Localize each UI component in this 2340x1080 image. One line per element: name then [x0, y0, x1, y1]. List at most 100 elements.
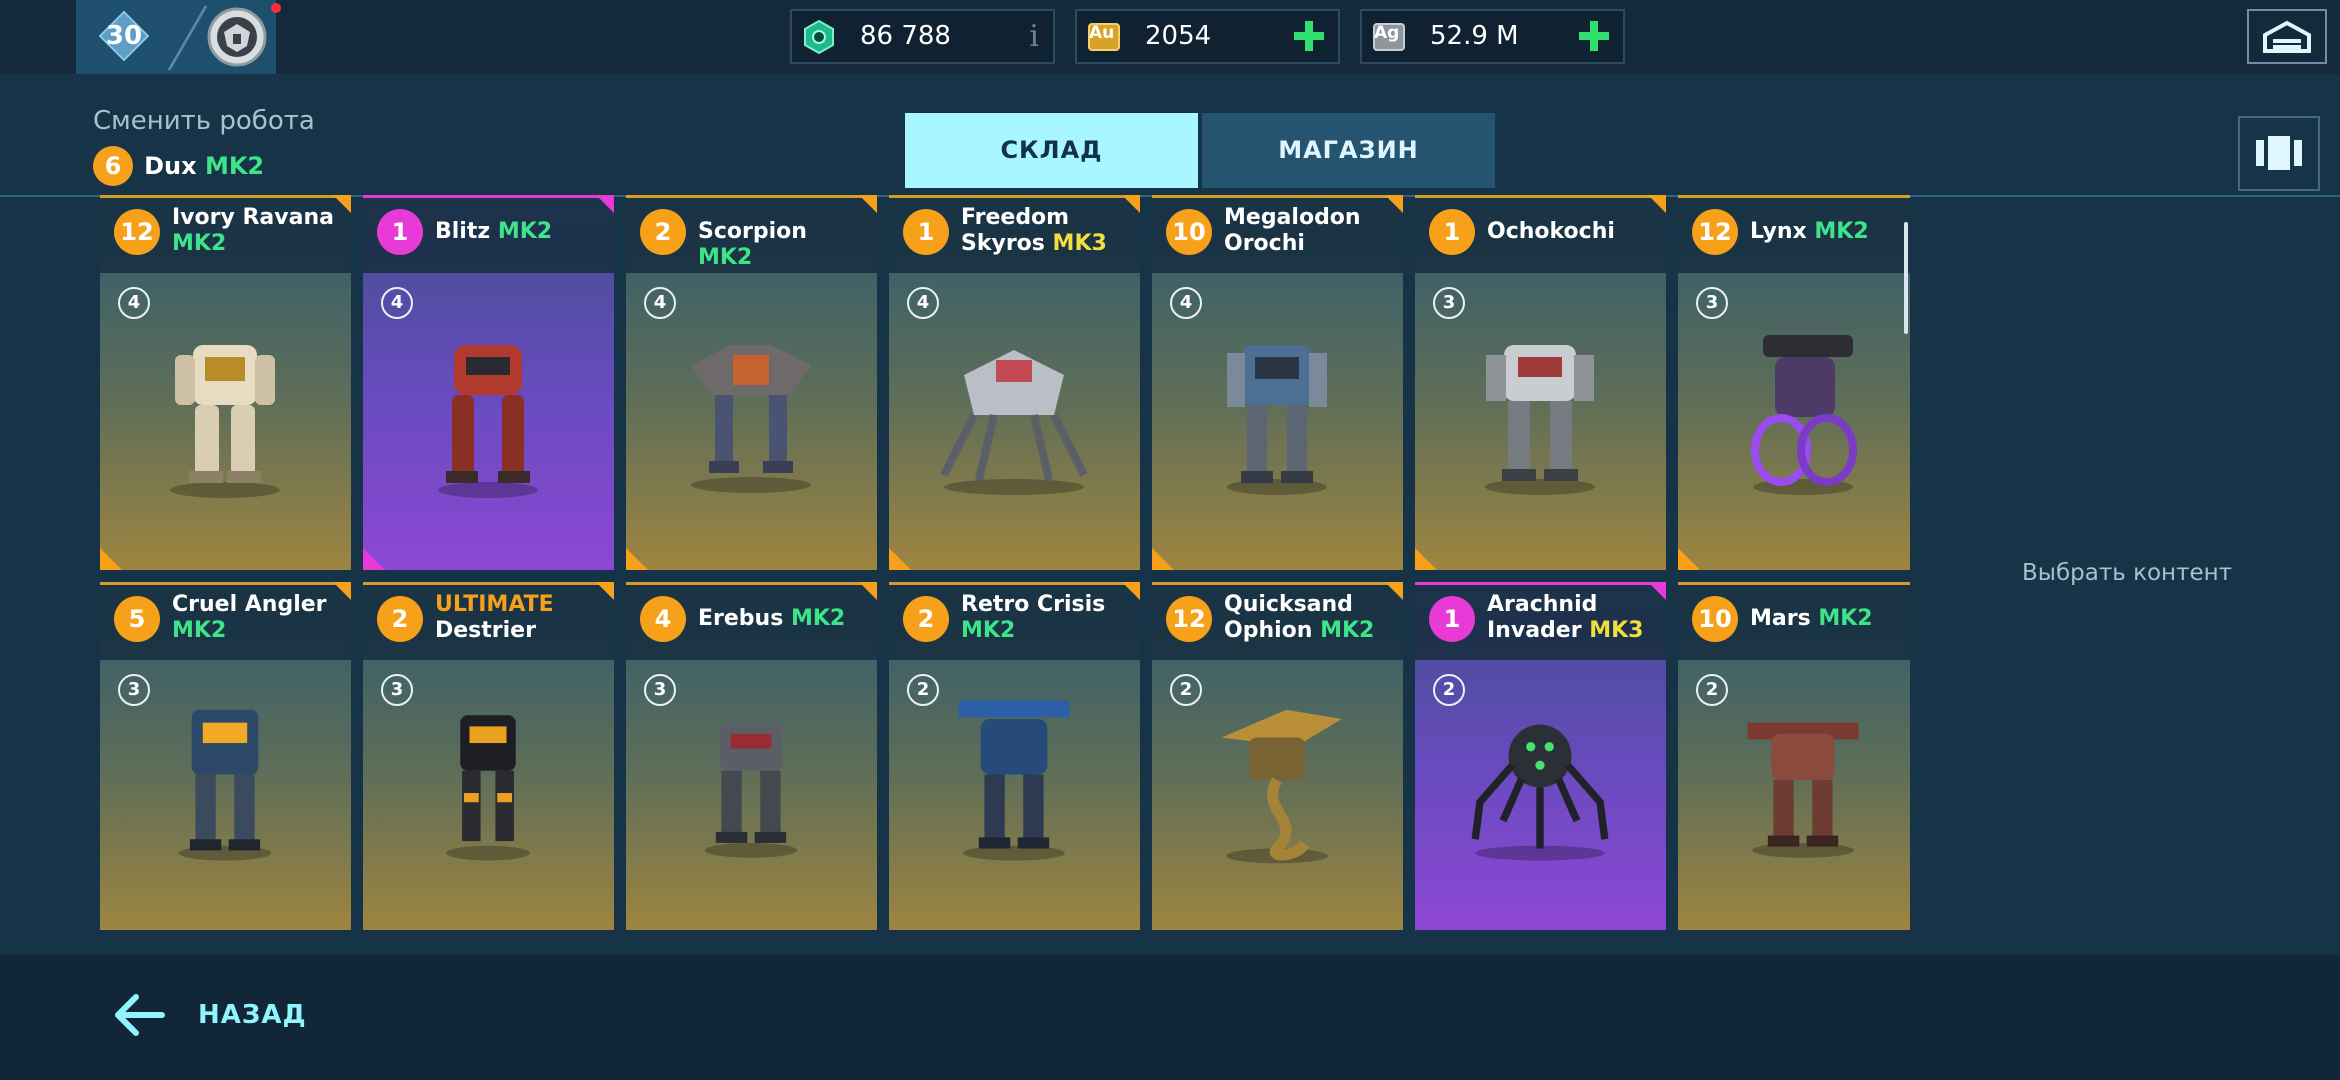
rarity-corner — [596, 195, 614, 213]
robot-name-line2: Skyros — [961, 231, 1045, 256]
hangar-button[interactable] — [2247, 9, 2327, 64]
robot-name-line1: Quicksand — [1224, 592, 1353, 617]
robot-level: 10 — [1166, 209, 1212, 255]
currency-power-cells[interactable]: 86 788 i — [790, 9, 1055, 64]
info-icon[interactable]: i — [1029, 11, 1039, 62]
robot-card[interactable]: 10 Mars MK2 2 — [1678, 582, 1910, 930]
robot-image — [1485, 345, 1595, 495]
rarity-corner — [1648, 582, 1666, 600]
rarity-line — [1678, 582, 1910, 585]
robot-image — [958, 700, 1070, 861]
rarity-corner — [1385, 582, 1403, 600]
robot-card[interactable]: 1 Freedom Skyros MK3 4 — [889, 195, 1140, 570]
layout-toggle-button[interactable] — [2238, 116, 2320, 191]
robot-name-line2: Invader — [1487, 618, 1582, 643]
robot-card[interactable]: 12 Lynx MK2 3 — [1678, 195, 1910, 570]
robot-card[interactable]: 2 Retro Crisis MK2 2 — [889, 582, 1140, 930]
robot-image — [1747, 722, 1859, 858]
change-robot-label[interactable]: Сменить робота — [93, 106, 315, 136]
robot-mk: MK2 — [172, 231, 227, 256]
robot-card[interactable]: 12 Quicksand Ophion MK2 2 — [1152, 582, 1403, 930]
rarity-corner — [1385, 195, 1403, 213]
rarity-line — [100, 195, 351, 198]
cards-view-icon — [2256, 136, 2302, 170]
rarity-line — [1415, 195, 1666, 198]
current-robot-title: Dux — [144, 152, 197, 180]
rarity-corner — [1122, 195, 1140, 213]
robot-card[interactable]: 2 Scorpion MK2 4 — [626, 195, 877, 570]
add-silver-icon[interactable] — [1575, 17, 1613, 55]
rarity-corner — [333, 582, 351, 600]
gold-icon-label: Au — [1089, 23, 1115, 43]
robot-name-line1: Arachnid — [1487, 592, 1598, 617]
rarity-corner — [363, 548, 385, 570]
rarity-line — [1152, 195, 1403, 198]
tab-shop[interactable]: МАГАЗИН — [1202, 113, 1495, 188]
robot-card[interactable]: 1 Ochokochi 3 — [1415, 195, 1666, 570]
bottom-bar — [0, 955, 2340, 1080]
robot-image — [940, 350, 1088, 495]
rarity-corner — [596, 582, 614, 600]
rarity-corner — [859, 195, 877, 213]
grid-scrollbar[interactable] — [1904, 222, 1908, 334]
robot-name-line1: Blitz — [435, 219, 491, 244]
currency-silver[interactable]: Ag 52.9 M — [1360, 9, 1625, 64]
current-robot-mk: MK2 — [204, 152, 265, 180]
robot-image — [1471, 724, 1609, 861]
robot-name-line1: Freedom — [961, 205, 1070, 230]
robot-name: Retro Crisis MK2 — [961, 592, 1131, 644]
rarity-line — [626, 582, 877, 585]
robot-mk: MK3 — [1589, 618, 1644, 643]
robot-card[interactable]: 1 Blitz MK2 4 — [363, 195, 614, 570]
clan-emblem-icon[interactable] — [206, 6, 268, 68]
robot-name: Megalodon Orochi — [1224, 205, 1394, 257]
robot-image — [170, 345, 280, 498]
rarity-line — [889, 582, 1140, 585]
rarity-corner — [889, 548, 911, 570]
robot-level: 5 — [114, 596, 160, 642]
rarity-corner — [1648, 195, 1666, 213]
robot-name: ULTIMATE Destrier — [435, 592, 605, 644]
robot-card[interactable]: 2 ULTIMATE Destrier 3 — [363, 582, 614, 930]
robot-grid: 12 Ivory Ravana MK2 4 1 Blitz MK2 4 2 Sc… — [100, 195, 1910, 930]
robot-level: 1 — [1429, 596, 1475, 642]
robot-mk: MK3 — [1052, 231, 1107, 256]
player-level: 30 — [105, 21, 143, 51]
rarity-corner — [1415, 548, 1437, 570]
rarity-line — [363, 195, 614, 198]
robot-name-line1: Scorpion — [698, 219, 807, 244]
rarity-line — [100, 582, 351, 585]
robot-level: 2 — [640, 209, 686, 255]
robot-level: 12 — [1166, 596, 1212, 642]
robot-image — [1227, 345, 1327, 495]
robot-name-line1: Cruel Angler — [172, 592, 327, 617]
robot-card[interactable]: 5 Cruel Angler MK2 3 — [100, 582, 351, 930]
robot-name: Arachnid Invader MK3 — [1487, 592, 1657, 644]
robot-card[interactable]: 4 Erebus MK2 3 — [626, 582, 877, 930]
robot-card[interactable]: 1 Arachnid Invader MK3 2 — [1415, 582, 1666, 930]
robot-name: Erebus MK2 — [698, 606, 868, 632]
current-robot-level: 6 — [93, 146, 133, 186]
current-robot[interactable]: 6 Dux MK2 — [93, 146, 264, 186]
add-gold-icon[interactable] — [1290, 17, 1328, 55]
robot-image — [1751, 335, 1857, 495]
robot-mk: MK2 — [1818, 606, 1873, 631]
robot-level: 1 — [377, 209, 423, 255]
robot-name: Lynx MK2 — [1750, 219, 1910, 245]
silver-icon-label: Ag — [1374, 23, 1400, 43]
player-profile[interactable]: 30 — [76, 0, 281, 74]
robot-level: 1 — [1429, 209, 1475, 255]
robot-card[interactable]: 12 Ivory Ravana MK2 4 — [100, 195, 351, 570]
robot-name-line1: Erebus — [698, 606, 784, 631]
robot-name-line2: Destrier — [435, 618, 536, 643]
tab-storage[interactable]: СКЛАД — [905, 113, 1198, 188]
robot-card[interactable]: 10 Megalodon Orochi 4 — [1152, 195, 1403, 570]
back-button[interactable]: НАЗАД — [112, 985, 312, 1045]
robot-image — [438, 345, 538, 498]
hangar-icon — [2263, 20, 2311, 53]
currency-gold[interactable]: Au 2054 — [1075, 9, 1340, 64]
rarity-line — [1152, 582, 1403, 585]
robot-name-line2: Ophion — [1224, 618, 1313, 643]
robot-mk: MK2 — [790, 606, 846, 631]
rarity-line — [1415, 582, 1666, 585]
